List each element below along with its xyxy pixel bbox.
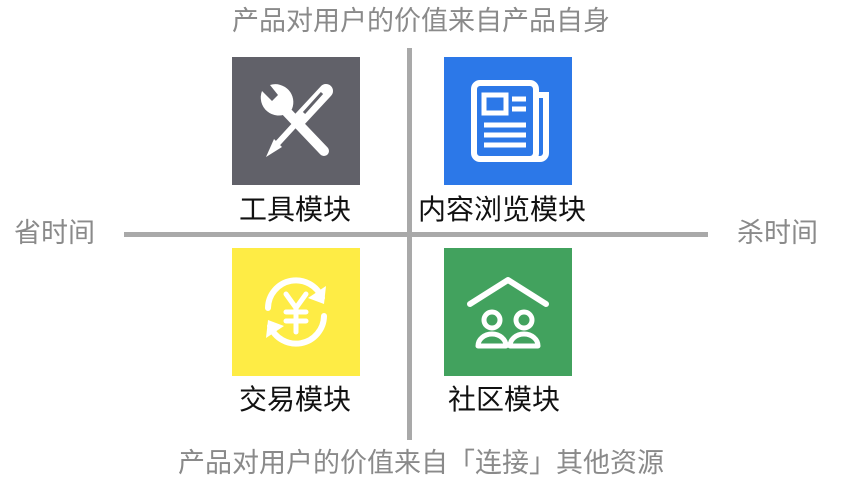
trade-tile bbox=[232, 248, 360, 376]
horizontal-axis-line bbox=[124, 232, 708, 237]
content-tile bbox=[444, 57, 572, 185]
axis-label-top: 产品对用户的价值来自产品自身 bbox=[232, 6, 610, 37]
trade-module-label: 交易模块 bbox=[239, 383, 352, 416]
community-tile bbox=[444, 248, 572, 376]
vertical-axis-line bbox=[407, 48, 412, 440]
tools-module-label: 工具模块 bbox=[239, 193, 352, 226]
tools-tile bbox=[232, 57, 360, 185]
content-module-label: 内容浏览模块 bbox=[418, 193, 587, 226]
axis-label-left: 省时间 bbox=[14, 218, 95, 249]
community-icon bbox=[467, 277, 549, 349]
axis-label-right: 杀时间 bbox=[737, 218, 818, 249]
newspaper-icon bbox=[471, 80, 549, 162]
axis-label-bottom: 产品对用户的价值来自「连接」其他资源 bbox=[178, 448, 664, 479]
community-module-label: 社区模块 bbox=[448, 383, 561, 416]
yuan-exchange-icon bbox=[265, 277, 327, 347]
tools-icon bbox=[260, 84, 333, 157]
